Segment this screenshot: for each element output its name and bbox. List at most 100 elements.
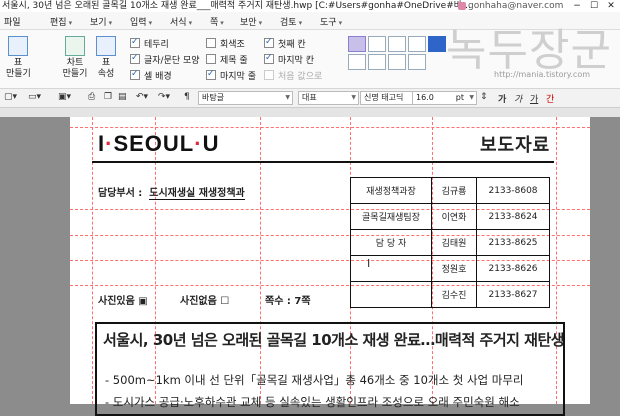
stepper-icon[interactable]: ⇕ [480, 92, 488, 102]
ruler[interactable] [0, 108, 620, 117]
check-border[interactable]: 테두리 [130, 36, 169, 51]
italic-button[interactable]: 가 [514, 92, 522, 105]
checkbox [130, 52, 140, 64]
contact-name: 김규룡 [431, 177, 477, 204]
checkbox [130, 68, 140, 80]
copy-icon[interactable]: ❐ [104, 92, 112, 102]
check-last-col[interactable]: 마지막 칸 [264, 52, 314, 67]
press-release-title: 보도자료 [480, 135, 551, 156]
table-style-swatch[interactable] [368, 36, 386, 52]
chevron-down-icon: ▼ [469, 94, 474, 101]
style-select[interactable]: 바탕글 ▼ [198, 91, 293, 105]
table-properties-button[interactable]: 표 속성 [94, 36, 118, 80]
photo-no: 사진없음 ☐ [180, 296, 230, 307]
checkbox [130, 36, 140, 48]
close-button[interactable]: ✕ [604, 0, 618, 12]
chevron-down-icon: ▾ [298, 19, 303, 27]
contact-role: 골목길재생팀장 [350, 203, 432, 230]
menu-insert[interactable]: 입력 ▾ [130, 15, 152, 28]
menu-format[interactable]: 서식 ▾ [170, 15, 192, 28]
new-doc-icon[interactable]: ▢▾ [4, 92, 17, 102]
table-insert-icon [8, 36, 28, 56]
underline-button[interactable]: 가 [530, 92, 538, 105]
contact-name: 김수진 [431, 281, 477, 308]
reset-button[interactable]: 처음 값으로 [264, 70, 322, 83]
chevron-down-icon: ▾ [188, 19, 193, 27]
check-header-row[interactable]: 제목 줄 [206, 54, 248, 67]
watermark-logo: 녹두장군 [446, 25, 612, 76]
title-bar: 서울시, 30년 넘은 오래된 골목길 10개소 재생 완료___매력적 주거지… [0, 0, 620, 12]
font-color-button[interactable]: 간 [546, 92, 554, 105]
menu-tools[interactable]: 도구 ▾ [320, 15, 342, 28]
chevron-down-icon: ▼ [285, 94, 290, 101]
menu-view[interactable]: 보기 ▾ [90, 15, 112, 28]
department: 담당부서 : 도시재생실 재생정책과 [98, 188, 245, 200]
table-style-swatch[interactable] [368, 54, 386, 70]
font-select[interactable]: 신명 태고딕 [360, 91, 415, 105]
chevron-down-icon: ▾ [338, 19, 343, 27]
checkbox [264, 36, 274, 48]
contact-phone: 2133-8624 [476, 203, 550, 230]
contact-role [350, 281, 432, 308]
photo-yes: 사진있음 ▣ [98, 296, 148, 307]
table-style-swatch[interactable] [348, 36, 366, 52]
check-char-para[interactable]: 글자/문단 모양 [130, 52, 200, 67]
checkbox [206, 68, 216, 80]
open-folder-icon[interactable]: ▭▾ [28, 92, 41, 102]
chart-button[interactable]: 차트 만들기 [62, 36, 88, 80]
table-style-swatch[interactable] [348, 54, 366, 70]
document-page[interactable]: I·SEOUL·U 보도자료 담당부서 : 도시재생실 재생정책과 재생정책과장… [70, 117, 590, 416]
check-cell-bg[interactable]: 셀 배경 [130, 68, 172, 83]
contact-phone: 2133-8625 [476, 229, 550, 256]
table-style-swatch[interactable] [408, 54, 426, 70]
check-last-row[interactable]: 마지막 줄 [206, 68, 256, 83]
chart-icon [65, 36, 85, 56]
table-row: 정원호 2133-8626 [350, 255, 550, 282]
table-properties-icon [96, 36, 116, 56]
table-style-swatch[interactable] [408, 36, 426, 52]
save-icon[interactable]: ▣▾ [58, 92, 71, 102]
guide-line [70, 127, 590, 128]
undo-icon[interactable]: ↶▾ [136, 92, 148, 102]
checkbox [206, 38, 216, 48]
check-grayscale[interactable]: 회색조 [206, 38, 245, 51]
contact-phone: 2133-8626 [476, 255, 550, 282]
redo-icon[interactable]: ↷▾ [158, 92, 170, 102]
bold-button[interactable]: 가 [498, 92, 506, 105]
style-icon: ¶ [184, 92, 190, 102]
maximize-button[interactable]: ☐ [587, 0, 601, 12]
headline: 서울시, 30년 넘은 오래된 골목길 10개소 재생 완료…매력적 주거지 재… [103, 331, 565, 349]
chevron-down-icon: ▾ [108, 19, 113, 27]
check-first-col[interactable]: 첫째 칸 [264, 36, 306, 51]
contact-phone: 2133-8627 [476, 281, 550, 308]
font-size-input[interactable]: 16.0 pt ▼ [412, 91, 477, 105]
checkbox [206, 54, 216, 64]
contact-role: 담 당 자 [350, 229, 432, 256]
chevron-down-icon: ▼ [351, 94, 356, 101]
divider [92, 161, 554, 163]
table-style-swatch[interactable] [388, 54, 406, 70]
language-select[interactable]: 대표 ▼ [298, 91, 359, 105]
contact-table: 재생정책과장 김규룡 2133-8608 골목길재생팀장 이연화 2133-86… [350, 177, 550, 308]
bullet-item: - 500m~1km 이내 선 단위「골목길 재생사업」총 46개소 중 10개… [105, 373, 524, 387]
minimize-button[interactable]: − [570, 0, 584, 12]
contact-name: 정원호 [431, 255, 477, 282]
table-row: 재생정책과장 김규룡 2133-8608 [350, 177, 550, 204]
print-icon[interactable]: ⎙ [88, 92, 95, 102]
chevron-down-icon: ▾ [148, 19, 153, 27]
contact-name: 이연화 [431, 203, 477, 230]
menu-page[interactable]: 쪽 ▾ [210, 15, 224, 28]
menu-edit[interactable]: 편집 ▾ [50, 15, 72, 28]
headline-box: 서울시, 30년 넘은 오래된 골목길 10개소 재생 완료…매력적 주거지 재… [95, 322, 565, 416]
table-insert-button[interactable]: 표 만들기 [6, 36, 31, 80]
menu-security[interactable]: 보안 ▾ [240, 15, 262, 28]
table-style-swatch[interactable] [388, 36, 406, 52]
menu-file[interactable]: 파일 [4, 15, 21, 28]
table-style-swatch[interactable] [428, 36, 446, 52]
paste-icon[interactable]: ▤ [118, 92, 127, 102]
menu-review[interactable]: 검토 ▾ [280, 15, 302, 28]
account-label[interactable]: gonhaha@naver.com [458, 0, 563, 12]
table-style-gallery[interactable] [348, 36, 446, 70]
chevron-down-icon: ▾ [258, 19, 263, 27]
chevron-down-icon: ▾ [68, 19, 73, 27]
